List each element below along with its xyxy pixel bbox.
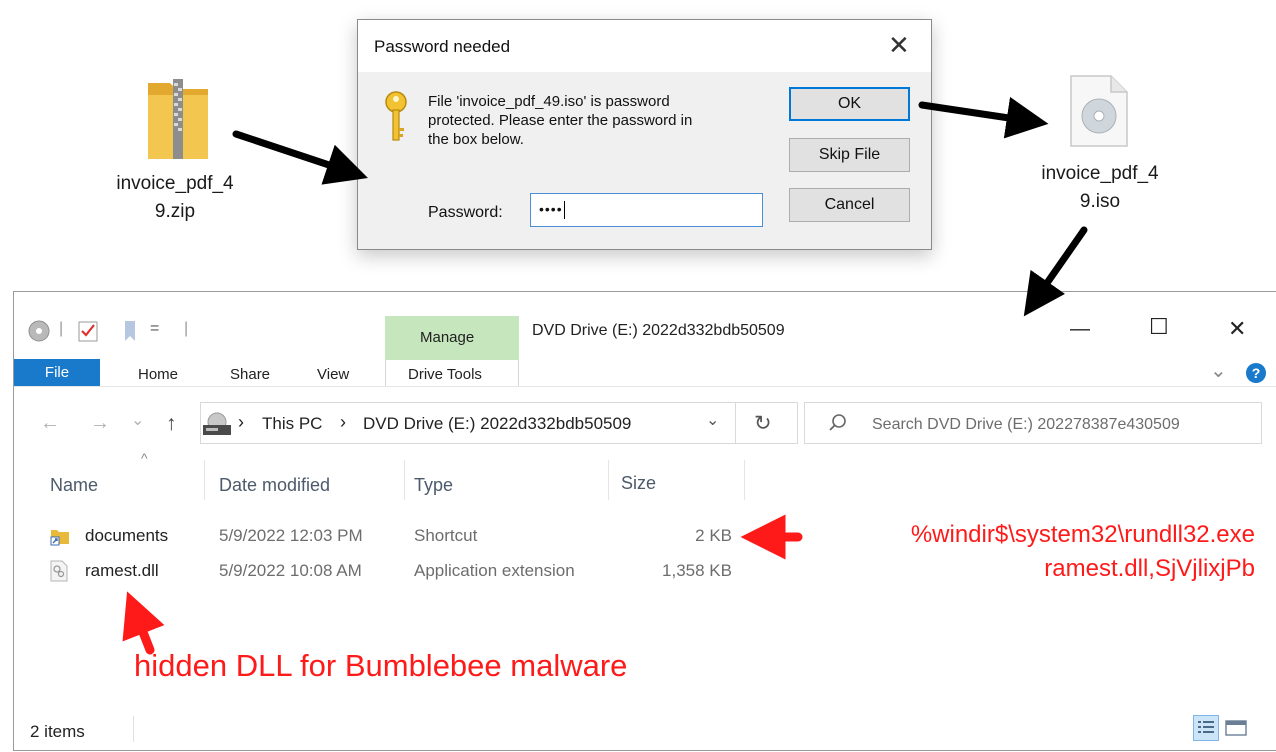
arrow-dialog-to-iso xyxy=(918,96,1049,139)
arrow-to-ramest-dll xyxy=(122,591,165,655)
annotation-command-line2: ramest.dll,SjVjlixjPb xyxy=(1044,555,1255,582)
annotation-command-line1: %windir$\system32\rundll32.exe xyxy=(910,521,1255,548)
annotation-hidden-dll: hidden DLL for Bumblebee malware xyxy=(134,648,628,683)
annotation-command: %windir$\system32\rundll32.exe ramest.dl… xyxy=(800,518,1255,586)
arrow-iso-to-explorer xyxy=(1023,226,1088,317)
annotation-arrows xyxy=(122,96,1088,655)
arrow-zip-to-dialog xyxy=(232,130,368,185)
